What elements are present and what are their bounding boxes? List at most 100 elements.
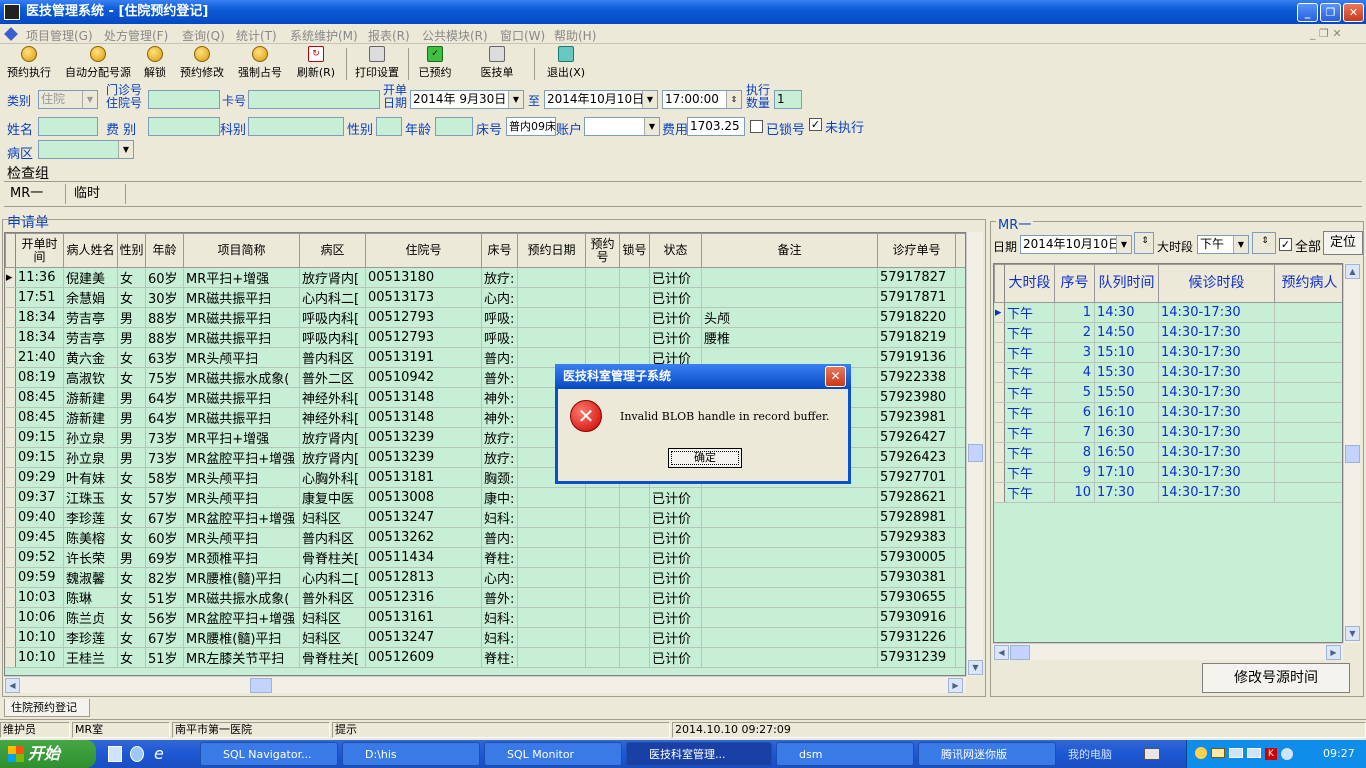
table-cell[interactable] <box>517 327 586 348</box>
table-cell[interactable]: 00512793 <box>365 327 482 348</box>
table-cell[interactable]: 女 <box>117 507 146 528</box>
queue-cell[interactable]: 16:10 <box>1094 402 1159 423</box>
task-qq-mini[interactable]: 腾讯网迷你版 <box>918 742 1056 766</box>
queue-hscrollbar[interactable]: ◀ ▶ <box>993 643 1343 660</box>
table-cell[interactable]: MR磁共振平扫 <box>183 287 300 308</box>
table-cell[interactable]: 呼吸内科[ <box>299 327 366 348</box>
table-cell[interactable]: 妇科区 <box>299 627 366 648</box>
table-cell[interactable]: 63岁 <box>145 347 184 368</box>
table-cell[interactable] <box>585 647 620 668</box>
table-cell[interactable]: MR磁共振水成象( <box>183 587 300 608</box>
table-cell[interactable]: MR平扫+增强 <box>183 267 300 288</box>
table-cell[interactable]: 脊柱: <box>481 547 518 568</box>
task-sql-monitor[interactable]: SQL Monitor <box>484 742 622 766</box>
force-occupy-button[interactable]: 强制占号 <box>234 46 286 80</box>
table-cell[interactable]: 男 <box>117 447 146 468</box>
exit-button[interactable]: 退出(X) <box>542 46 590 80</box>
queue-cell[interactable] <box>1274 322 1342 343</box>
table-cell[interactable] <box>701 487 878 508</box>
print-settings-button[interactable]: 打印设置 <box>350 46 404 80</box>
column-header[interactable]: 项目简称 <box>183 233 300 268</box>
queue-cell[interactable]: 下午 <box>1004 322 1055 343</box>
table-cell[interactable]: 头颅 <box>701 307 878 328</box>
table-cell[interactable]: 18:34 <box>15 327 64 348</box>
all-checkbox[interactable]: ✓ <box>1279 238 1292 251</box>
table-cell[interactable]: MR磁共振平扫 <box>183 327 300 348</box>
queue-cell[interactable]: 17:10 <box>1094 462 1159 483</box>
table-cell[interactable] <box>585 627 620 648</box>
table-cell[interactable]: 00513247 <box>365 627 482 648</box>
table-cell[interactable]: 神经外科[ <box>299 387 366 408</box>
cost-input[interactable]: 1703.25 <box>687 117 745 136</box>
dept-input[interactable] <box>248 117 344 136</box>
quicklaunch-icon[interactable] <box>108 746 122 762</box>
table-cell[interactable]: 09:15 <box>15 427 64 448</box>
table-cell[interactable]: 心内科二[ <box>299 287 366 308</box>
table-cell[interactable]: 58岁 <box>145 467 184 488</box>
queue-cell[interactable]: 15:10 <box>1094 342 1159 363</box>
menu-stats[interactable]: 统计(T) <box>236 27 277 44</box>
hospital-no-input[interactable] <box>148 90 220 109</box>
table-cell[interactable]: 已计价 <box>649 607 702 628</box>
table-cell[interactable]: 10:03 <box>15 587 64 608</box>
table-cell[interactable] <box>517 507 586 528</box>
table-row[interactable]: 09:40 李珍莲女 67岁 MR盆腔平扫+增强 妇科区 00513247 妇科: 已计价 57… <box>5 507 965 528</box>
table-row[interactable]: 18:34 劳吉亭男 88岁 MR磁共振平扫 呼吸内科[00512793 呼吸: 已计价 头颅… <box>5 307 965 328</box>
ward-select[interactable]: ▼ <box>38 140 134 159</box>
table-cell[interactable]: 黄六金 <box>63 347 118 368</box>
table-cell[interactable] <box>517 267 586 288</box>
table-cell[interactable]: 脊柱: <box>481 647 518 668</box>
table-cell[interactable]: 男 <box>117 327 146 348</box>
table-cell[interactable]: 放疗: <box>481 267 518 288</box>
table-cell[interactable] <box>619 547 650 568</box>
name-input[interactable] <box>38 117 98 136</box>
queue-cell[interactable] <box>1274 302 1342 323</box>
queue-row[interactable]: 下午 4 15:30 14:30-17:30 <box>994 362 1342 383</box>
table-cell[interactable]: 女 <box>117 627 146 648</box>
table-cell[interactable] <box>701 287 878 308</box>
table-cell[interactable]: 17:51 <box>15 287 64 308</box>
table-cell[interactable] <box>619 647 650 668</box>
table-cell[interactable]: 普内科区 <box>299 527 366 548</box>
table-cell[interactable]: 10:10 <box>15 627 64 648</box>
table-cell[interactable]: 57928981 <box>877 507 956 528</box>
table-cell[interactable]: 09:52 <box>15 547 64 568</box>
table-cell[interactable]: 已计价 <box>649 487 702 508</box>
table-cell[interactable]: 73岁 <box>145 447 184 468</box>
medtech-form-button[interactable]: 医技单 <box>474 46 520 80</box>
queue-column-header[interactable]: 队列时间 <box>1094 264 1159 303</box>
table-cell[interactable]: 呼吸: <box>481 307 518 328</box>
queue-cell[interactable]: 14:30-17:30 <box>1158 302 1275 323</box>
queue-cell[interactable] <box>1274 342 1342 363</box>
refresh-button[interactable]: ↻ 刷新(R) <box>292 46 340 80</box>
table-cell[interactable]: 57930005 <box>877 547 956 568</box>
table-row[interactable]: 09:52 许长荣男 69岁 MR颈椎平扫 骨脊柱关[00511434 脊柱: 已计价 579… <box>5 547 965 568</box>
table-cell[interactable]: 57917871 <box>877 287 956 308</box>
table-cell[interactable]: 妇科区 <box>299 507 366 528</box>
quicklaunch-icon[interactable] <box>130 746 144 762</box>
table-cell[interactable]: 75岁 <box>145 367 184 388</box>
table-cell[interactable]: 09:45 <box>15 527 64 548</box>
table-cell[interactable]: 09:29 <box>15 467 64 488</box>
locate-button[interactable]: 定位 <box>1323 231 1363 255</box>
table-cell[interactable]: 江珠玉 <box>63 487 118 508</box>
queue-cell[interactable]: 下午 <box>1004 422 1055 443</box>
table-cell[interactable] <box>585 607 620 628</box>
tab-temporary[interactable]: 临时 <box>70 184 126 204</box>
table-row[interactable]: 10:03 陈琳女 51岁 MR磁共振水成象(普外科区 00512316 普外: 已计价 57… <box>5 587 965 608</box>
menu-system[interactable]: 系统维护(M) <box>290 27 358 44</box>
queue-cell[interactable]: 下午 <box>1004 382 1055 403</box>
queue-cell[interactable]: 7 <box>1054 422 1095 443</box>
start-button[interactable]: 开始 <box>0 740 96 768</box>
table-cell[interactable]: 69岁 <box>145 547 184 568</box>
mdi-tab-inpatient-booking[interactable]: 住院预约登记 <box>4 699 90 717</box>
table-cell[interactable]: 女 <box>117 347 146 368</box>
queue-cell[interactable]: 下午 <box>1004 442 1055 463</box>
queue-cell[interactable]: 16:50 <box>1094 442 1159 463</box>
queue-cell[interactable]: 下午 <box>1004 462 1055 483</box>
table-cell[interactable]: 82岁 <box>145 567 184 588</box>
table-cell[interactable]: 已计价 <box>649 327 702 348</box>
table-cell[interactable]: 普内: <box>481 347 518 368</box>
minimize-button[interactable]: _ <box>1297 3 1318 22</box>
table-cell[interactable]: 09:59 <box>15 567 64 588</box>
